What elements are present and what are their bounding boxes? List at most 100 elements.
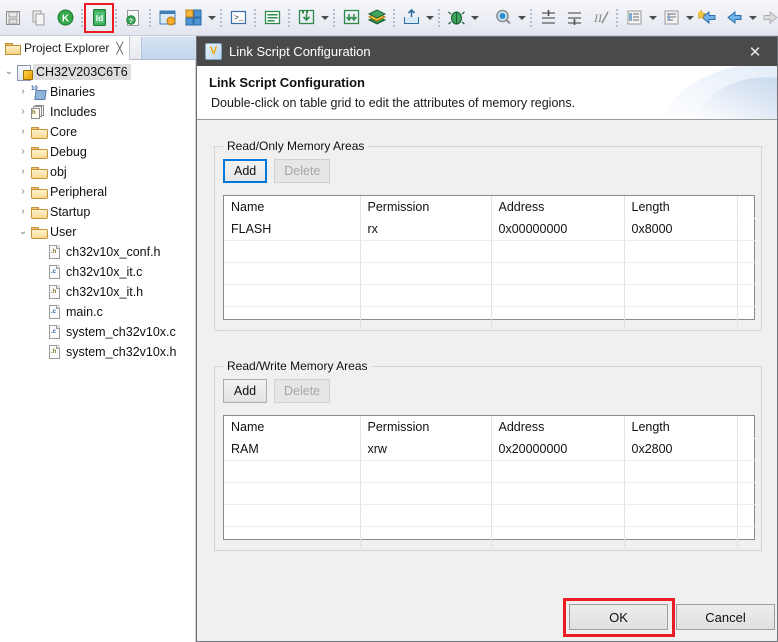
cell-address[interactable] bbox=[491, 240, 625, 263]
help-document-icon[interactable]: ? bbox=[121, 6, 145, 30]
tree-item-system-ch32v10x-h[interactable]: .h system_ch32v10x.h bbox=[0, 342, 195, 362]
readonly-memory-table[interactable]: Name Permission Address Length FLASH rx bbox=[223, 195, 756, 329]
tree-item-ch32v10x-conf-h[interactable]: .h ch32v10x_conf.h bbox=[0, 242, 195, 262]
search-icon[interactable] bbox=[491, 6, 515, 30]
cell-name[interactable] bbox=[224, 526, 361, 549]
chevron-right-icon[interactable]: › bbox=[16, 87, 30, 97]
build-project-icon[interactable]: K bbox=[53, 6, 77, 30]
cell-extra[interactable] bbox=[737, 240, 756, 263]
cell-length[interactable] bbox=[624, 482, 738, 505]
cell-permission[interactable]: xrw bbox=[360, 438, 492, 461]
project-tree[interactable]: ⌄ CH32V203C6T6 › Binaries › h Includes ›… bbox=[0, 60, 195, 642]
cell-extra[interactable] bbox=[737, 438, 756, 461]
chevron-down-icon[interactable]: ⌄ bbox=[2, 67, 16, 77]
download-dropdown-arrow[interactable] bbox=[319, 6, 330, 30]
perspective-dropdown-arrow[interactable] bbox=[206, 6, 217, 30]
cell-extra[interactable] bbox=[737, 218, 756, 241]
download-all-icon[interactable] bbox=[339, 6, 363, 30]
tree-item-system-ch32v10x-c[interactable]: .c system_ch32v10x.c bbox=[0, 322, 195, 342]
tree-item-ch32v10x-it-c[interactable]: .c ch32v10x_it.c bbox=[0, 262, 195, 282]
cell-permission[interactable] bbox=[360, 460, 492, 483]
tree-item-startup[interactable]: › Startup bbox=[0, 202, 195, 222]
cell-address[interactable] bbox=[491, 284, 625, 307]
cell-address[interactable] bbox=[491, 460, 625, 483]
previous-dropdown-arrow[interactable] bbox=[747, 6, 758, 30]
tree-item-binaries[interactable]: › Binaries bbox=[0, 82, 195, 102]
ok-button[interactable]: OK bbox=[569, 604, 668, 630]
previous-icon[interactable] bbox=[722, 6, 746, 30]
cell-permission[interactable] bbox=[360, 482, 492, 505]
chevron-right-icon[interactable]: › bbox=[16, 167, 30, 177]
forward-to-dropdown-arrow[interactable] bbox=[684, 6, 695, 30]
cell-permission[interactable] bbox=[360, 262, 492, 285]
tree-item-debug[interactable]: › Debug bbox=[0, 142, 195, 162]
cell-address[interactable] bbox=[491, 482, 625, 505]
cell-name[interactable]: FLASH bbox=[224, 218, 361, 241]
tree-item-obj[interactable]: › obj bbox=[0, 162, 195, 182]
cell-extra[interactable] bbox=[737, 262, 756, 285]
debug-icon[interactable] bbox=[444, 6, 468, 30]
readonly-delete-button[interactable]: Delete bbox=[274, 159, 331, 183]
cell-permission[interactable] bbox=[360, 504, 492, 527]
cell-length[interactable] bbox=[624, 460, 738, 483]
cell-name[interactable] bbox=[224, 482, 361, 505]
download-icon[interactable] bbox=[294, 6, 318, 30]
cell-permission[interactable] bbox=[360, 284, 492, 307]
debug-dropdown-arrow[interactable] bbox=[469, 6, 480, 30]
cell-extra[interactable] bbox=[737, 306, 756, 329]
cell-address[interactable] bbox=[491, 306, 625, 329]
back-to-dropdown-arrow[interactable] bbox=[647, 6, 658, 30]
save-icon[interactable] bbox=[1, 6, 25, 30]
cell-name[interactable]: RAM bbox=[224, 438, 361, 461]
readwrite-memory-table[interactable]: Name Permission Address Length RAM xrw 0… bbox=[223, 415, 756, 549]
cell-length[interactable] bbox=[624, 284, 738, 307]
console-icon[interactable] bbox=[260, 6, 284, 30]
cell-length[interactable] bbox=[624, 526, 738, 549]
cell-length[interactable]: 0x8000 bbox=[624, 218, 738, 241]
cell-address[interactable] bbox=[491, 262, 625, 285]
previous-annotation-icon[interactable] bbox=[562, 6, 586, 30]
last-edit-location-icon[interactable]: II bbox=[588, 6, 612, 30]
books-icon[interactable] bbox=[365, 6, 389, 30]
readwrite-add-button[interactable]: Add bbox=[223, 379, 267, 403]
cell-name[interactable] bbox=[224, 306, 361, 329]
tree-item-ch32v10x-it-h[interactable]: .h ch32v10x_it.h bbox=[0, 282, 195, 302]
perspective-icon[interactable] bbox=[181, 6, 205, 30]
cell-address[interactable]: 0x00000000 bbox=[491, 218, 625, 241]
cell-extra[interactable] bbox=[737, 460, 756, 483]
cell-extra[interactable] bbox=[737, 284, 756, 307]
tree-item-ch32v203c6t6[interactable]: ⌄ CH32V203C6T6 bbox=[0, 62, 195, 82]
link-script-configuration-icon[interactable]: ld bbox=[84, 2, 114, 33]
cell-permission[interactable] bbox=[360, 240, 492, 263]
upload-icon[interactable] bbox=[399, 6, 423, 30]
tree-item-core[interactable]: › Core bbox=[0, 122, 195, 142]
cell-length[interactable] bbox=[624, 504, 738, 527]
cell-extra[interactable] bbox=[737, 504, 756, 527]
upload-dropdown-arrow[interactable] bbox=[424, 6, 435, 30]
chevron-down-icon[interactable]: ⌄ bbox=[16, 227, 30, 237]
tree-item-peripheral[interactable]: › Peripheral bbox=[0, 182, 195, 202]
chevron-right-icon[interactable]: › bbox=[16, 187, 30, 197]
cell-length[interactable] bbox=[624, 240, 738, 263]
cell-address[interactable] bbox=[491, 526, 625, 549]
cell-permission[interactable]: rx bbox=[360, 218, 492, 241]
cell-length[interactable] bbox=[624, 262, 738, 285]
cell-permission[interactable] bbox=[360, 526, 492, 549]
cell-permission[interactable] bbox=[360, 306, 492, 329]
cell-length[interactable] bbox=[624, 306, 738, 329]
tree-item-user[interactable]: ⌄ User bbox=[0, 222, 195, 242]
cell-name[interactable] bbox=[224, 284, 361, 307]
cell-name[interactable] bbox=[224, 262, 361, 285]
chevron-right-icon[interactable]: › bbox=[16, 207, 30, 217]
chevron-right-icon[interactable]: › bbox=[16, 107, 30, 117]
back-to-icon[interactable] bbox=[622, 6, 646, 30]
close-icon[interactable]: ╳ bbox=[116, 42, 123, 55]
cell-length[interactable]: 0x2800 bbox=[624, 438, 738, 461]
back-history-icon[interactable] bbox=[696, 6, 720, 30]
terminal-icon[interactable]: >_ bbox=[226, 6, 250, 30]
cell-name[interactable] bbox=[224, 504, 361, 527]
cell-name[interactable] bbox=[224, 240, 361, 263]
cell-address[interactable]: 0x20000000 bbox=[491, 438, 625, 461]
forward-to-icon[interactable] bbox=[659, 6, 683, 30]
tree-item-main-c[interactable]: .c main.c bbox=[0, 302, 195, 322]
